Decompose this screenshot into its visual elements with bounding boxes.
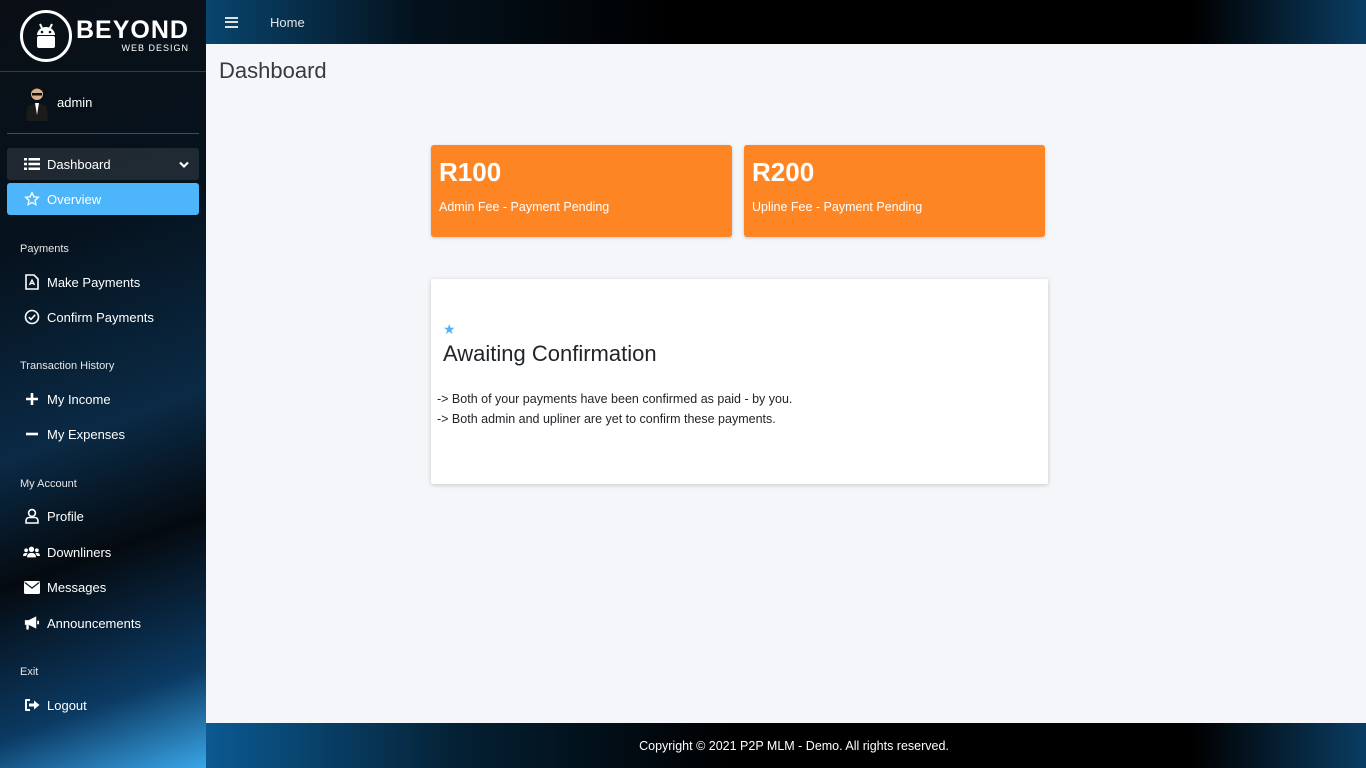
nav-dashboard[interactable]: Dashboard: [7, 148, 199, 180]
nav-make-payments-label: Make Payments: [47, 274, 141, 290]
check-circle-icon: [23, 309, 40, 326]
admin-fee-amount: R100: [439, 157, 502, 187]
minus-icon: [23, 426, 40, 443]
list-icon: [23, 156, 40, 173]
sidebar: BEYOND WEB DESIGN admin Dashboard Overvi…: [0, 0, 206, 768]
nav-my-income[interactable]: My Income: [7, 383, 199, 415]
user-panel[interactable]: admin: [7, 72, 199, 134]
admin-fee-label: Admin Fee - Payment Pending: [439, 200, 610, 214]
users-icon: [23, 544, 40, 561]
nav-profile-label: Profile: [47, 508, 84, 524]
brand[interactable]: BEYOND WEB DESIGN: [0, 0, 206, 72]
brand-subtitle: WEB DESIGN: [121, 43, 189, 53]
section-header-my-account: My Account: [20, 478, 77, 490]
nav-logout[interactable]: Logout: [7, 689, 199, 721]
brand-name: BEYOND: [76, 16, 189, 44]
status-card-title: Awaiting Confirmation: [443, 341, 657, 366]
footer: Copyright © 2021 P2P MLM - Demo. All rig…: [206, 723, 1366, 768]
nav-my-expenses-label: My Expenses: [47, 426, 126, 442]
sign-out-icon: [23, 697, 40, 714]
upline-fee-amount: R200: [752, 157, 815, 187]
nav-my-income-label: My Income: [47, 391, 111, 407]
status-line-1: -> Both of your payments have been confi…: [437, 392, 793, 406]
envelope-icon: [23, 579, 40, 596]
user-icon: [23, 508, 40, 525]
status-line-2: -> Both admin and upliner are yet to con…: [437, 412, 776, 426]
avatar: [23, 85, 51, 121]
home-link[interactable]: Home: [270, 15, 305, 30]
nav-announcements[interactable]: Announcements: [7, 607, 199, 639]
hamburger-menu-icon[interactable]: [225, 16, 238, 28]
nav-my-expenses[interactable]: My Expenses: [7, 418, 199, 450]
bullhorn-icon: [23, 615, 40, 632]
nav-messages-label: Messages: [47, 579, 107, 595]
nav-confirm-payments[interactable]: Confirm Payments: [7, 301, 199, 333]
status-card: ★ Awaiting Confirmation -> Both of your …: [431, 279, 1048, 484]
nav-overview-label: Overview: [47, 191, 102, 207]
section-header-exit: Exit: [20, 666, 39, 678]
star-icon: ★: [443, 321, 456, 337]
nav-dashboard-label: Dashboard: [47, 156, 111, 172]
nav-overview[interactable]: Overview: [7, 183, 199, 215]
nav-downliners[interactable]: Downliners: [7, 536, 199, 568]
topbar: Home: [206, 0, 1366, 44]
file-invoice-icon: [23, 274, 40, 291]
nav-profile[interactable]: Profile: [7, 500, 199, 532]
nav-downliners-label: Downliners: [47, 544, 112, 560]
section-header-transaction-history: Transaction History: [20, 360, 115, 372]
star-icon: [23, 191, 40, 208]
nav-messages[interactable]: Messages: [7, 571, 199, 603]
section-header-payments: Payments: [20, 243, 69, 255]
nav-confirm-payments-label: Confirm Payments: [47, 309, 154, 325]
chevron-down-icon: [179, 157, 189, 172]
upline-fee-box: R200 Upline Fee - Payment Pending: [744, 145, 1045, 237]
user-name: admin: [57, 95, 93, 110]
upline-fee-label: Upline Fee - Payment Pending: [752, 200, 923, 214]
nav-make-payments[interactable]: Make Payments: [7, 266, 199, 298]
footer-copyright: Copyright © 2021 P2P MLM - Demo. All rig…: [639, 738, 949, 753]
nav-announcements-label: Announcements: [47, 615, 141, 631]
nav-logout-label: Logout: [47, 697, 87, 713]
page-title: Dashboard: [219, 58, 327, 83]
android-logo-icon: [20, 9, 72, 62]
plus-icon: [23, 391, 40, 408]
admin-fee-box: R100 Admin Fee - Payment Pending: [431, 145, 732, 237]
